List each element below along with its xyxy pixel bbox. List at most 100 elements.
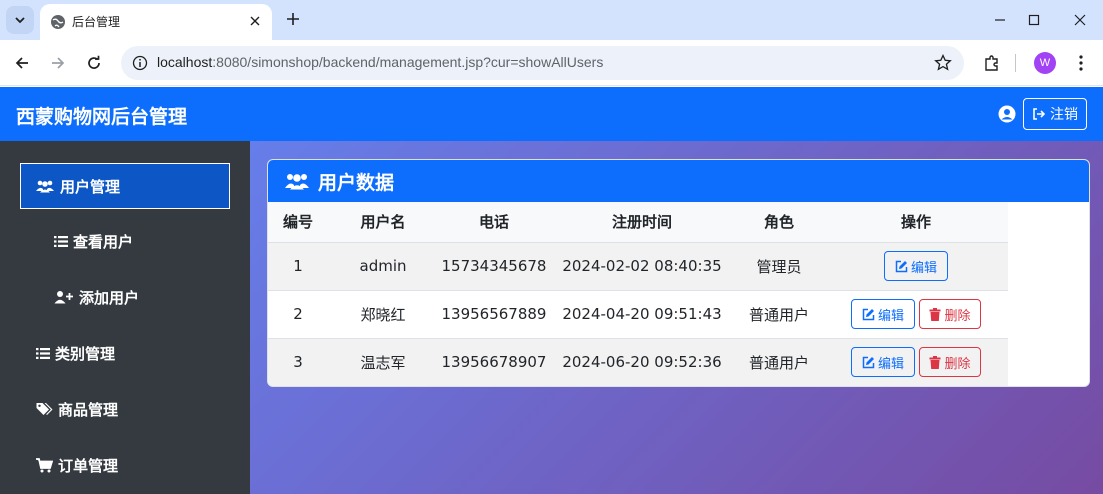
delete-button[interactable]: 删除 <box>919 299 981 329</box>
maximize-icon <box>1028 14 1040 26</box>
delete-label: 删除 <box>944 356 971 372</box>
globe-icon <box>51 15 65 29</box>
forward-button[interactable] <box>46 51 70 75</box>
plus-icon <box>287 13 299 25</box>
minimize-icon <box>995 19 1005 21</box>
edit-button[interactable]: 编辑 <box>851 347 915 377</box>
info-icon[interactable] <box>132 55 148 71</box>
sidebar-item-view-users[interactable]: 查看用户 <box>20 218 230 264</box>
browser-toolbar: localhost:8080/simonshop/backend/managem… <box>0 40 1103 86</box>
cell-actions: 编辑 删除 <box>824 338 1008 386</box>
address-bar[interactable]: localhost:8080/simonshop/backend/managem… <box>121 46 964 80</box>
reload-icon <box>88 55 100 69</box>
cell-phone: 13956567889 <box>438 290 550 339</box>
bookmark-star-icon[interactable] <box>934 54 952 72</box>
edit-button[interactable]: 编辑 <box>884 251 948 281</box>
list-icon <box>36 347 50 359</box>
user-circle-icon[interactable] <box>998 105 1016 123</box>
arrow-right-icon <box>52 57 65 69</box>
table-header-row: 编号 用户名 电话 注册时间 角色 操作 <box>268 202 1008 243</box>
trash-icon <box>929 307 941 321</box>
puzzle-icon <box>985 55 998 71</box>
main-content: 用户数据 编号 用户名 电话 注册时间 角色 操作 1 admin 157343… <box>250 141 1103 494</box>
back-button[interactable] <box>10 51 34 75</box>
column-header-actions: 操作 <box>824 202 1008 243</box>
cell-role: 普通用户 <box>734 338 824 386</box>
cell-registered: 2024-02-02 08:40:35 <box>550 242 734 291</box>
cell-username: admin <box>328 242 438 291</box>
edit-label: 编辑 <box>877 356 904 372</box>
cell-id: 2 <box>268 290 328 339</box>
sidebar-item-label: 订单管理 <box>58 456 119 475</box>
tab-search-button[interactable] <box>6 6 34 34</box>
column-header-username: 用户名 <box>328 202 438 243</box>
sidebar-item-label: 添加用户 <box>79 288 140 307</box>
sidebar-item-product-management[interactable]: 商品管理 <box>20 386 230 432</box>
cell-registered: 2024-06-20 09:52:36 <box>550 338 734 386</box>
edit-icon <box>895 260 908 272</box>
window-close-button[interactable] <box>1068 8 1092 32</box>
table-row: 3 温志军 13956678907 2024-06-20 09:52:36 普通… <box>268 338 1008 386</box>
reload-button[interactable] <box>82 51 106 75</box>
profile-avatar[interactable]: W <box>1034 52 1056 74</box>
maximize-button[interactable] <box>1022 8 1046 32</box>
trash-icon <box>929 355 941 369</box>
cart-icon <box>36 457 53 472</box>
logout-button[interactable]: 注销 <box>1023 98 1087 130</box>
sign-out-icon <box>1033 108 1046 120</box>
sidebar-item-label: 用户管理 <box>60 177 121 196</box>
users-icon <box>36 180 54 193</box>
edit-icon <box>862 308 875 320</box>
sidebar-item-label: 商品管理 <box>58 400 119 419</box>
delete-button[interactable]: 删除 <box>919 347 981 377</box>
logout-label: 注销 <box>1050 107 1078 123</box>
card-header: 用户数据 <box>268 160 1089 202</box>
user-plus-icon <box>54 291 73 304</box>
sidebar-item-order-management[interactable]: 订单管理 <box>20 442 230 488</box>
edit-button[interactable]: 编辑 <box>851 299 915 329</box>
url-host: localhost <box>157 54 213 70</box>
sidebar: 用户管理 查看用户 添加用户 类别管理 商品管理 订单管理 <box>0 141 250 494</box>
cell-role: 普通用户 <box>734 290 824 339</box>
browser-menu-button[interactable] <box>1069 51 1093 75</box>
cell-id: 1 <box>268 242 328 291</box>
sidebar-item-add-user[interactable]: 添加用户 <box>20 274 230 320</box>
brand-title[interactable]: 西蒙购物网后台管理 <box>16 102 187 129</box>
toolbar-divider <box>1015 54 1016 72</box>
cell-username: 温志军 <box>328 338 438 386</box>
cell-username: 郑晓红 <box>328 290 438 339</box>
url-path: :8080/simonshop/backend/management.jsp?c… <box>212 54 604 70</box>
cell-registered: 2024-04-20 09:51:43 <box>550 290 734 339</box>
url-text[interactable]: localhost:8080/simonshop/backend/managem… <box>157 54 603 70</box>
column-header-id: 编号 <box>268 202 328 243</box>
list-icon <box>54 235 68 247</box>
column-header-phone: 电话 <box>438 202 550 243</box>
users-table: 编号 用户名 电话 注册时间 角色 操作 1 admin 15734345678… <box>268 202 1008 386</box>
app-header: 西蒙购物网后台管理 注销 <box>0 87 1103 141</box>
column-header-registered: 注册时间 <box>550 202 734 243</box>
more-vertical-icon <box>1079 55 1083 71</box>
sidebar-item-category-management[interactable]: 类别管理 <box>20 330 230 376</box>
edit-label: 编辑 <box>910 260 937 276</box>
tags-icon <box>36 403 53 415</box>
edit-label: 编辑 <box>877 308 904 324</box>
extensions-button[interactable] <box>980 51 1004 75</box>
close-icon <box>1074 14 1086 26</box>
sidebar-item-label: 类别管理 <box>55 344 116 363</box>
browser-tabstrip: 后台管理 <box>0 0 1103 40</box>
cell-id: 3 <box>268 338 328 386</box>
tab-title: 后台管理 <box>72 15 121 29</box>
tab-close-button[interactable] <box>246 12 264 30</box>
card-title: 用户数据 <box>318 171 395 194</box>
new-tab-button[interactable] <box>282 8 304 30</box>
sidebar-item-label: 查看用户 <box>73 232 134 251</box>
arrow-left-icon <box>15 57 28 69</box>
column-header-role: 角色 <box>734 202 824 243</box>
cell-phone: 13956678907 <box>438 338 550 386</box>
cell-role: 管理员 <box>734 242 824 291</box>
cell-actions: 编辑 删除 <box>824 290 1008 339</box>
minimize-button[interactable] <box>988 8 1012 32</box>
sidebar-item-user-management[interactable]: 用户管理 <box>20 163 230 209</box>
chevron-down-icon <box>15 17 25 24</box>
browser-tab[interactable]: 后台管理 <box>40 4 272 40</box>
